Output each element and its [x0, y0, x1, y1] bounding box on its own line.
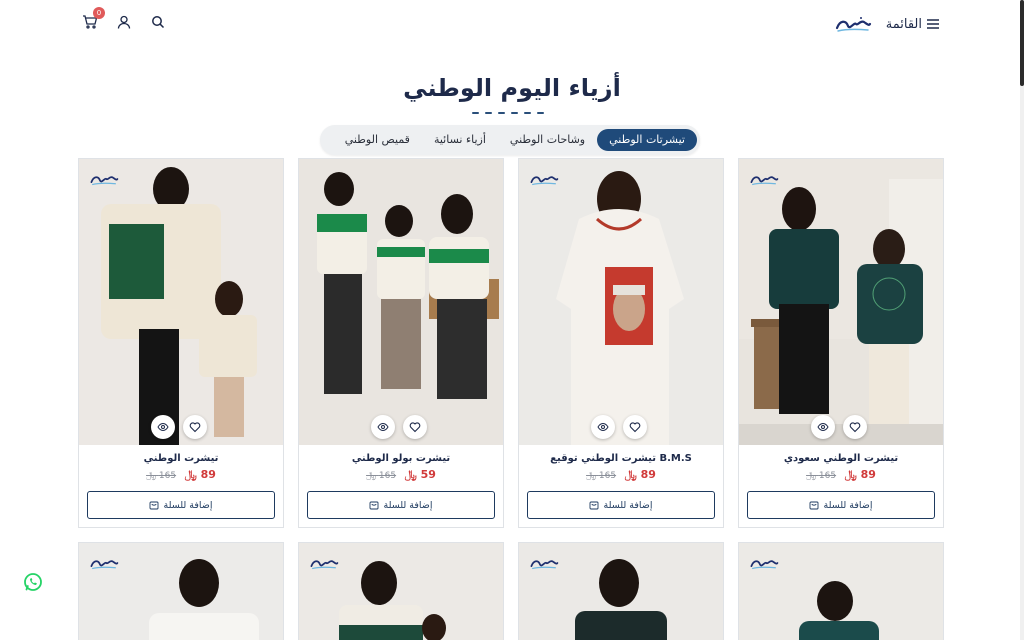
- tab-scarves[interactable]: وشاحات الوطني: [498, 129, 597, 151]
- product-card[interactable]: تيشرت الوطني 89 ﷼ 165 ﷼ إضافة للسلة: [78, 158, 284, 528]
- product-image[interactable]: [299, 543, 503, 640]
- brand-logo: [90, 560, 119, 570]
- brand-logo: [530, 560, 559, 570]
- product-old-price: 165 ﷼: [366, 471, 397, 481]
- brand-logo: [310, 560, 339, 570]
- heart-icon[interactable]: [403, 415, 427, 439]
- add-to-cart-button[interactable]: إضافة للسلة: [307, 491, 495, 519]
- product-prices: 59 ﷼ 165 ﷼: [299, 468, 503, 482]
- bag-icon: [590, 501, 599, 510]
- product-image[interactable]: [79, 159, 283, 445]
- site-header: 0 القائمة: [0, 0, 1020, 50]
- image-actions: [371, 415, 427, 439]
- product-price: 59 ﷼: [404, 468, 436, 481]
- image-actions: [811, 415, 867, 439]
- product-info: تيشرت بولو الوطني 59 ﷼ 165 ﷼ إضافة للسلة: [299, 445, 503, 527]
- product-info: تيشرت الوطني 89 ﷼ 165 ﷼ إضافة للسلة: [79, 445, 283, 527]
- product-info: تيشرت الوطني سعودي 89 ﷼ 165 ﷼ إضافة للسل…: [739, 445, 943, 527]
- brand-logo[interactable]: [834, 14, 872, 34]
- brand-logo: [90, 176, 119, 186]
- product-card[interactable]: [518, 542, 724, 640]
- heart-icon[interactable]: [183, 415, 207, 439]
- eye-icon[interactable]: [811, 415, 835, 439]
- eye-icon[interactable]: [371, 415, 395, 439]
- cart-count-badge: 0: [93, 7, 105, 19]
- product-old-price: 165 ﷼: [146, 471, 177, 481]
- product-image[interactable]: [739, 159, 943, 445]
- tab-shirts[interactable]: قميص الوطني: [333, 129, 422, 151]
- brand-logo: [750, 560, 779, 570]
- eye-icon[interactable]: [151, 415, 175, 439]
- page: 0 القائمة أزياء اليوم الوطني تيشرتات الو…: [0, 0, 1024, 640]
- bag-icon: [150, 501, 159, 510]
- menu-button[interactable]: القائمة: [886, 17, 940, 32]
- tab-tshirts[interactable]: تيشرتات الوطني: [597, 129, 697, 151]
- bag-icon: [370, 501, 379, 510]
- product-info: تيشرت الوطني توقيع B.M.S 89 ﷼ 165 ﷼ إضاف…: [519, 445, 723, 527]
- brand-logo: [750, 176, 779, 186]
- product-name[interactable]: تيشرت الوطني: [79, 445, 283, 464]
- product-price: 89 ﷼: [184, 468, 216, 481]
- product-image[interactable]: [299, 159, 503, 445]
- product-card[interactable]: تيشرت بولو الوطني 59 ﷼ 165 ﷼ إضافة للسلة: [298, 158, 504, 528]
- product-card[interactable]: [78, 542, 284, 640]
- product-old-price: 165 ﷼: [806, 471, 837, 481]
- image-actions: [591, 415, 647, 439]
- product-card[interactable]: تيشرت الوطني سعودي 89 ﷼ 165 ﷼ إضافة للسل…: [738, 158, 944, 528]
- category-tabs: تيشرتات الوطني وشاحات الوطني أزياء نسائي…: [320, 125, 700, 155]
- eye-icon[interactable]: [591, 415, 615, 439]
- page-title: أزياء اليوم الوطني: [403, 74, 621, 102]
- header-nav: القائمة: [834, 14, 940, 34]
- product-price: 89 ﷼: [844, 468, 876, 481]
- product-name[interactable]: تيشرت الوطني سعودي: [739, 445, 943, 464]
- product-card[interactable]: [738, 542, 944, 640]
- product-prices: 89 ﷼ 165 ﷼: [739, 468, 943, 482]
- add-to-cart-button[interactable]: إضافة للسلة: [747, 491, 935, 519]
- brand-logo: [530, 176, 559, 186]
- bag-icon: [810, 501, 819, 510]
- product-old-price: 165 ﷼: [586, 471, 617, 481]
- heart-icon[interactable]: [623, 415, 647, 439]
- image-actions: [151, 415, 207, 439]
- product-prices: 89 ﷼ 165 ﷼: [79, 468, 283, 482]
- product-card[interactable]: تيشرت الوطني توقيع B.M.S 89 ﷼ 165 ﷼ إضاف…: [518, 158, 724, 528]
- add-to-cart-button[interactable]: إضافة للسلة: [527, 491, 715, 519]
- product-prices: 89 ﷼ 165 ﷼: [519, 468, 723, 482]
- hamburger-icon: [927, 19, 939, 29]
- product-name[interactable]: تيشرت بولو الوطني: [299, 445, 503, 464]
- product-image[interactable]: [739, 543, 943, 640]
- heart-icon[interactable]: [843, 415, 867, 439]
- product-price: 89 ﷼: [624, 468, 656, 481]
- tab-womens-fashion[interactable]: أزياء نسائية: [422, 129, 498, 151]
- search-icon[interactable]: [150, 14, 166, 30]
- whatsapp-icon[interactable]: [23, 572, 43, 592]
- product-card[interactable]: [298, 542, 504, 640]
- user-icon[interactable]: [116, 14, 132, 30]
- add-to-cart-button[interactable]: إضافة للسلة: [87, 491, 275, 519]
- product-image[interactable]: [79, 543, 283, 640]
- product-image[interactable]: [519, 159, 723, 445]
- product-name[interactable]: تيشرت الوطني توقيع B.M.S: [519, 445, 723, 464]
- menu-label: القائمة: [885, 16, 922, 32]
- product-image[interactable]: [519, 543, 723, 640]
- cart-icon[interactable]: 0: [82, 7, 105, 30]
- title-decoration: [472, 112, 544, 115]
- header-actions: 0: [82, 7, 166, 30]
